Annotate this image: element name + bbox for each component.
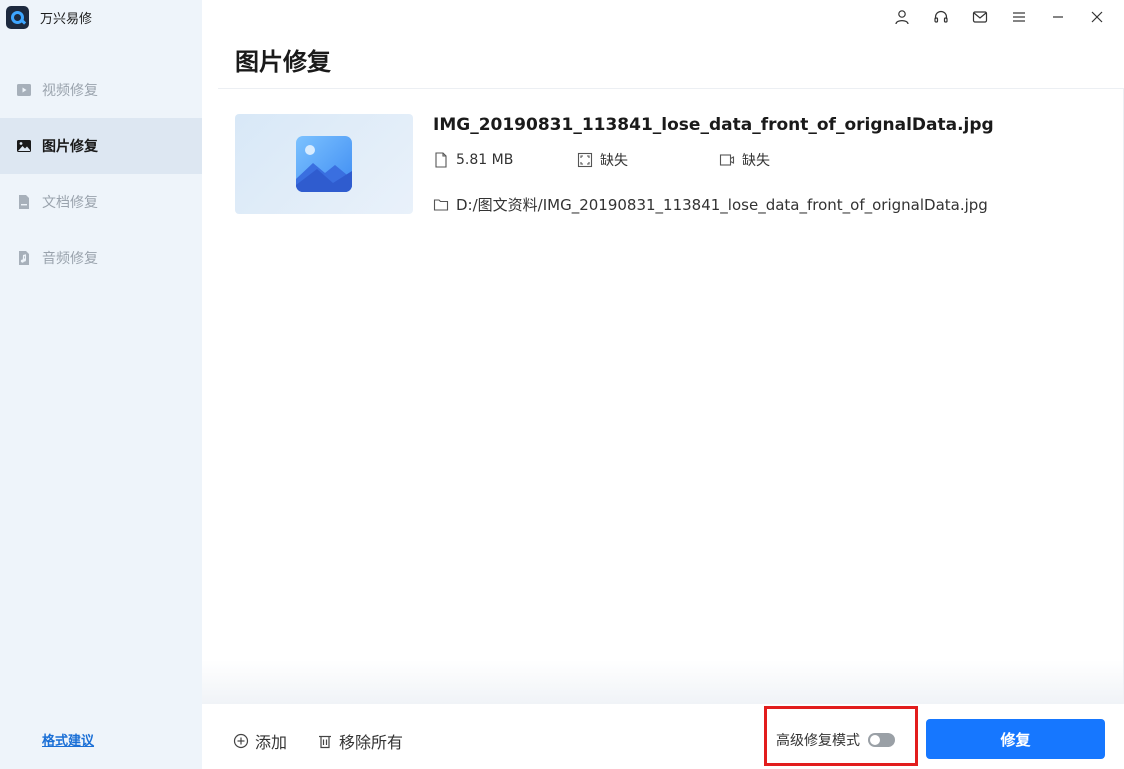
menu-icon[interactable] [999,6,1038,28]
sidebar-item-label: 文档修复 [42,195,98,211]
file-path-value: D:/图文资料/IMG_20190831_113841_lose_data_fr… [456,196,988,214]
file-camera: 缺失 [719,150,770,170]
remove-all-label: 移除所有 [339,733,404,752]
add-button-label: 添加 [255,733,288,752]
add-circle-icon [233,733,249,749]
file-name: IMG_20190831_113841_lose_data_front_of_o… [433,115,994,135]
user-icon[interactable] [882,6,921,28]
mail-icon[interactable] [960,6,999,28]
app-header: 万兴易修 [0,0,202,34]
remove-all-button[interactable]: 移除所有 [317,729,403,753]
file-thumbnail [235,114,413,214]
image-placeholder-icon [296,136,352,192]
headset-icon[interactable] [921,6,960,28]
app-title: 万兴易修 [40,11,93,27]
app-logo-icon [6,5,29,29]
close-icon[interactable] [1077,6,1116,28]
sidebar-item-document-repair[interactable]: 文档修复 [0,174,202,230]
sidebar-item-video-repair[interactable]: 视频修复 [0,62,202,118]
camera-icon [719,154,735,166]
highlight-annotation [764,706,918,766]
sidebar-nav: 视频修复 图片修复 文档修复 音频修复 [0,62,202,286]
sidebar-item-image-repair[interactable]: 图片修复 [0,118,202,174]
sidebar-item-label: 图片修复 [42,139,98,155]
file-size: 5.81 MB [433,152,577,168]
folder-icon [433,198,449,211]
sidebar-item-label: 视频修复 [42,83,98,99]
file-size-value: 5.81 MB [456,152,514,168]
resolution-icon [577,152,593,168]
sidebar-item-label: 音频修复 [42,251,98,267]
video-icon [16,82,32,98]
file-icon [435,152,447,168]
trash-icon [319,735,331,749]
page-title: 图片修复 [235,48,331,76]
minimize-icon[interactable] [1038,6,1077,28]
content-fade [202,660,1124,704]
format-suggestion-link[interactable]: 格式建议 [42,730,94,749]
document-icon [16,194,32,210]
titlebar-controls [882,6,1116,28]
repair-button[interactable]: 修复 [926,719,1105,759]
file-resolution: 缺失 [577,150,719,170]
file-meta-row: 5.81 MB 缺失 缺失 [433,150,770,170]
sidebar-item-audio-repair[interactable]: 音频修复 [0,230,202,286]
sidebar: 万兴易修 视频修复 图片修复 文档修复 音频修复 格式建议 [0,0,202,769]
file-camera-value: 缺失 [742,153,770,169]
add-button[interactable]: 添加 [233,729,287,753]
audio-icon [16,250,32,266]
file-path: D:/图文资料/IMG_20190831_113841_lose_data_fr… [433,194,988,215]
file-resolution-value: 缺失 [600,153,628,169]
image-icon [16,138,32,154]
